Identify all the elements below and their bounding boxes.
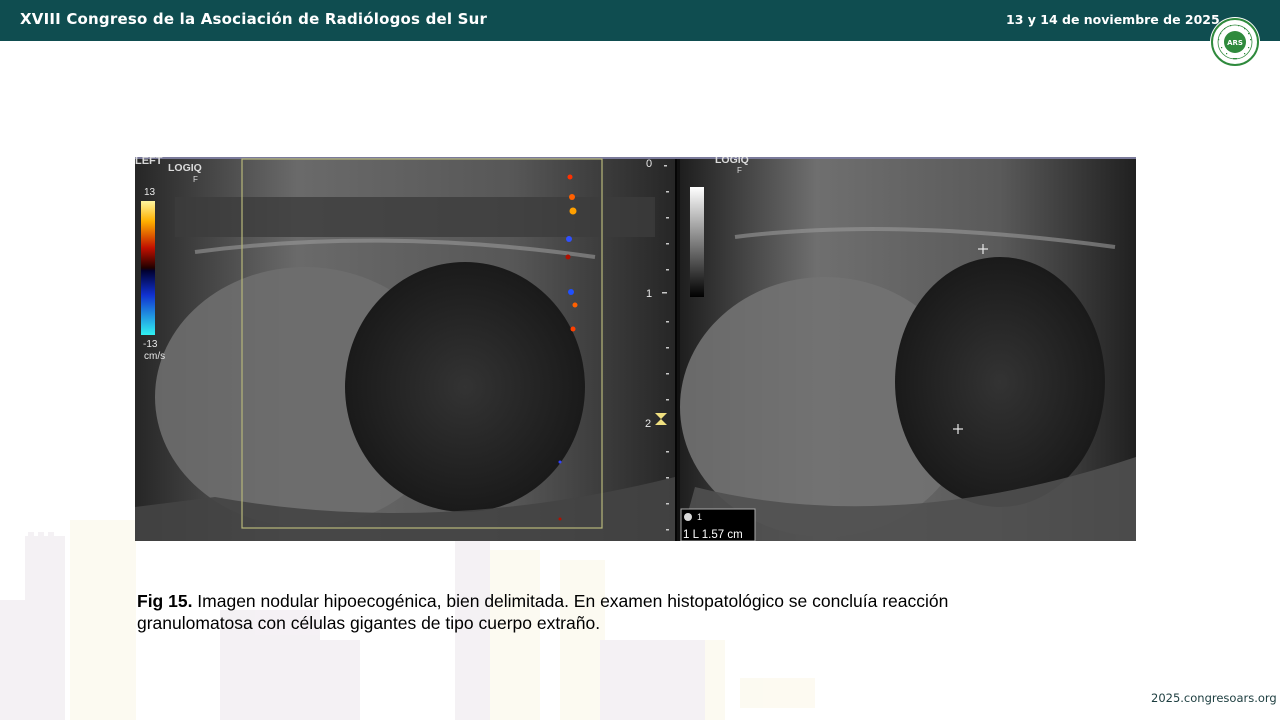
- depth-mark-2: 2: [645, 418, 651, 430]
- probe-sub-left: F: [193, 175, 198, 184]
- grayscale-bar: [690, 187, 704, 297]
- corner-label: LEFT: [135, 157, 163, 167]
- depth-mark-1: 1: [646, 288, 652, 300]
- scale-min: -13: [143, 339, 158, 350]
- header-bar: XVIII Congreso de la Asociación de Radió…: [0, 0, 1280, 41]
- velocity-color-bar: [141, 201, 155, 335]
- figure-label: Fig 15.: [137, 591, 193, 611]
- probe-sub-right: F: [737, 166, 742, 175]
- measurement-box: 1 1 L 1.57 cm: [680, 508, 756, 541]
- congress-date: 13 y 14 de noviembre de 2025: [1006, 12, 1220, 27]
- scale-max: 13: [144, 187, 156, 198]
- congress-title: XVIII Congreso de la Asociación de Radió…: [20, 10, 488, 28]
- measurement-marker: 1: [697, 512, 702, 522]
- measurement-value: 1 L 1.57 cm: [683, 529, 743, 541]
- right-ultrasound-panel: LOGIQ F 1 1 L 1.57 cm: [680, 157, 1136, 541]
- figure-caption: Fig 15. Imagen nodular hipoecogénica, bi…: [137, 590, 1037, 634]
- depth-mark-0: 0: [646, 158, 652, 170]
- ultrasound-figure: LEFT LOGIQ F 13 -13 cm/s 0 1 2 LOGIQ F 1…: [135, 157, 1136, 541]
- scale-unit: cm/s: [144, 351, 165, 362]
- caption-text: Imagen nodular hipoecogénica, bien delim…: [137, 591, 949, 633]
- congress-url[interactable]: 2025.congresoars.org: [1151, 691, 1277, 705]
- logo-text: ARS: [1227, 39, 1243, 47]
- probe-label-right: LOGIQ: [715, 157, 749, 166]
- ars-logo: ARS: [1210, 17, 1260, 67]
- probe-label-left: LOGIQ: [168, 162, 202, 174]
- left-ultrasound-panel: LEFT LOGIQ F 13 -13 cm/s 0 1 2: [135, 157, 675, 541]
